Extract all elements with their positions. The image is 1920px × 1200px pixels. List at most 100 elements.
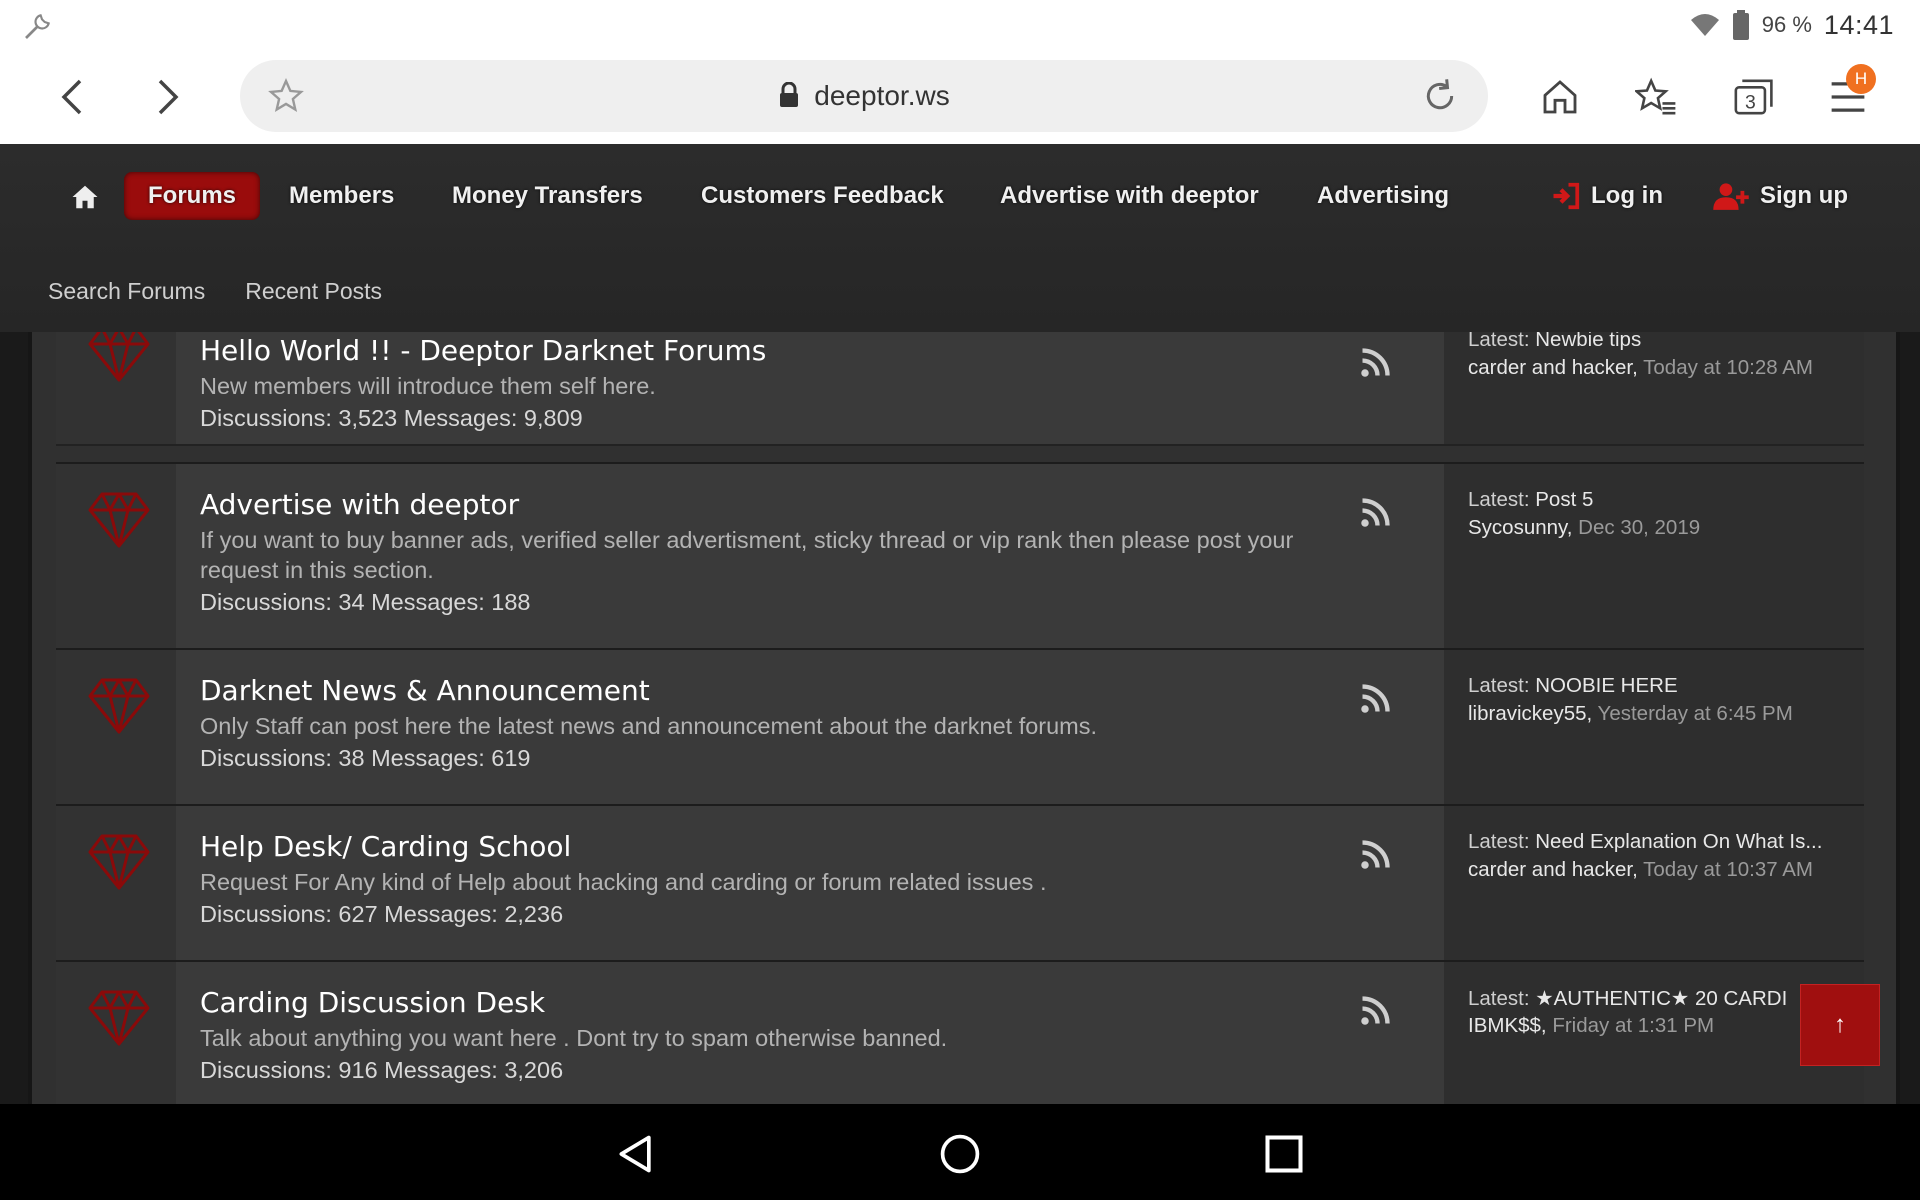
latest-meta: IBMK$$, Friday at 1:31 PM <box>1468 1014 1715 1037</box>
add-user-icon <box>1713 183 1749 210</box>
latest-thread: Latest: ★AUTHENTIC★ 20 CARDI <box>1468 986 1798 1011</box>
browser-toolbar: deeptor.ws 3 H <box>0 50 1920 144</box>
menu-button[interactable]: H <box>1822 64 1876 124</box>
lock-icon <box>780 82 799 107</box>
forum-info: Help Desk/ Carding School Request For An… <box>200 830 1350 928</box>
chevron-right-icon <box>158 79 179 115</box>
nav-advertising[interactable]: Advertising <box>1317 172 1449 220</box>
forum-row[interactable]: Carding Discussion Desk Talk about anyth… <box>56 960 1864 1104</box>
forward-button[interactable] <box>142 72 192 122</box>
address-bar[interactable]: deeptor.ws <box>240 60 1488 132</box>
home-button[interactable] <box>1534 70 1586 124</box>
forum-icon-cell <box>56 464 176 648</box>
status-bar: 96 % 14:41 <box>0 0 1920 50</box>
latest-user[interactable]: carder and hacker <box>1468 858 1632 881</box>
login-icon <box>1553 182 1580 210</box>
forum-title[interactable]: Darknet News & Announcement <box>200 674 1350 707</box>
forum-row[interactable]: Hello World !! - Deeptor Darknet Forums … <box>56 332 1864 446</box>
ruby-icon <box>88 990 150 1046</box>
back-button[interactable] <box>48 72 98 122</box>
battery-icon <box>1732 10 1749 40</box>
menu-badge: H <box>1846 64 1876 94</box>
nav-members[interactable]: Members <box>289 172 394 220</box>
forum-stats: Discussions: 34 Messages: 188 <box>200 589 531 615</box>
forum-icon-cell <box>56 332 176 444</box>
forum-info: Advertise with deeptor If you want to bu… <box>200 488 1350 616</box>
star-list-icon <box>1635 77 1676 115</box>
latest-post: Latest: NOOBIE HERE libravickey55, Yeste… <box>1444 650 1864 804</box>
forum-info: Darknet News & Announcement Only Staff c… <box>200 674 1350 772</box>
latest-thread-title[interactable]: NOOBIE HERE <box>1535 674 1677 697</box>
recents-square-icon[interactable] <box>1262 1132 1306 1176</box>
tabs-icon: 3 <box>1734 79 1773 115</box>
latest-user[interactable]: carder and hacker <box>1468 356 1632 379</box>
rss-icon[interactable] <box>1360 840 1390 870</box>
forum-description: Request For Any kind of Help about hacki… <box>200 869 1047 895</box>
main-navigation: Forums Members Money Transfers Customers… <box>0 172 1920 222</box>
nav-forums[interactable]: Forums <box>124 172 261 220</box>
nav-customers-feedback[interactable]: Customers Feedback <box>701 172 944 220</box>
latest-user[interactable]: IBMK$$ <box>1468 1014 1541 1037</box>
forum-icon-cell <box>56 806 176 960</box>
url-value: deeptor.ws <box>814 80 950 111</box>
search-forums-link[interactable]: Search Forums <box>48 278 205 305</box>
forum-stats: Discussions: 38 Messages: 619 <box>200 745 531 771</box>
site-header: Forums Members Money Transfers Customers… <box>0 144 1920 332</box>
latest-thread: Latest: Newbie tips <box>1468 332 1848 352</box>
forum-title[interactable]: Hello World !! - Deeptor Darknet Forums <box>200 334 1350 367</box>
latest-thread-title[interactable]: ★AUTHENTIC★ 20 CARDI <box>1535 987 1787 1010</box>
forum-description: New members will introduce them self her… <box>200 373 656 399</box>
latest-thread: Latest: NOOBIE HERE <box>1468 674 1848 698</box>
forum-title[interactable]: Carding Discussion Desk <box>200 986 1350 1019</box>
ruby-icon <box>88 678 150 734</box>
latest-meta: carder and hacker, Today at 10:37 AM <box>1468 858 1813 881</box>
tab-count: 3 <box>1745 91 1756 113</box>
latest-user[interactable]: Sycosunny <box>1468 516 1567 539</box>
forum-title[interactable]: Advertise with deeptor <box>200 488 1350 521</box>
latest-thread-title[interactable]: Post 5 <box>1535 488 1593 511</box>
home-icon[interactable] <box>70 182 100 212</box>
forum-list-area: Hello World !! - Deeptor Darknet Forums … <box>0 332 1920 1104</box>
latest-thread-title[interactable]: Newbie tips <box>1535 332 1641 351</box>
wifi-icon <box>1690 14 1719 36</box>
scroll-to-top-button[interactable]: ↑ <box>1800 984 1880 1066</box>
latest-post: Latest: Need Explanation On What Is... c… <box>1444 806 1864 960</box>
tabs-button[interactable]: 3 <box>1726 70 1778 124</box>
system-navigation-bar <box>0 1104 1920 1200</box>
latest-date: Today at 10:37 AM <box>1643 858 1813 881</box>
wrench-icon <box>25 14 50 39</box>
rss-icon[interactable] <box>1360 498 1390 528</box>
forum-title[interactable]: Help Desk/ Carding School <box>200 830 1350 863</box>
login-link[interactable]: Log in <box>1551 172 1663 220</box>
forum-stats: Discussions: 916 Messages: 3,206 <box>200 1057 564 1083</box>
latest-meta: libravickey55, Yesterday at 6:45 PM <box>1468 702 1793 725</box>
latest-post: Latest: Post 5 Sycosunny, Dec 30, 2019 <box>1444 464 1864 648</box>
home-icon <box>1543 80 1577 114</box>
bookmarks-button[interactable] <box>1630 70 1682 124</box>
home-circle-icon[interactable] <box>938 1132 982 1176</box>
forum-icon-cell <box>56 962 176 1104</box>
latest-user[interactable]: libravickey55 <box>1468 702 1587 725</box>
rss-icon[interactable] <box>1360 996 1390 1026</box>
forum-row[interactable]: Advertise with deeptor If you want to bu… <box>56 462 1864 650</box>
nav-advertise-with-deeptor[interactable]: Advertise with deeptor <box>1000 172 1259 220</box>
url-text: deeptor.ws <box>240 80 1488 112</box>
latest-meta: Sycosunny, Dec 30, 2019 <box>1468 516 1701 539</box>
latest-label: Latest: <box>1468 674 1530 697</box>
rss-icon[interactable] <box>1360 348 1390 378</box>
rss-icon[interactable] <box>1360 684 1390 714</box>
signup-link[interactable]: Sign up <box>1712 172 1848 220</box>
latest-thread-title[interactable]: Need Explanation On What Is... <box>1535 830 1822 853</box>
forum-row[interactable]: Darknet News & Announcement Only Staff c… <box>56 648 1864 806</box>
back-triangle-icon[interactable] <box>614 1132 658 1176</box>
forum-stats: Discussions: 627 Messages: 2,236 <box>200 901 564 927</box>
latest-date: Yesterday at 6:45 PM <box>1597 702 1793 725</box>
recent-posts-link[interactable]: Recent Posts <box>245 278 382 305</box>
ruby-icon <box>88 492 150 548</box>
latest-date: Dec 30, 2019 <box>1578 516 1701 539</box>
forum-row[interactable]: Help Desk/ Carding School Request For An… <box>56 804 1864 962</box>
reload-icon[interactable] <box>1420 76 1460 116</box>
nav-money-transfers[interactable]: Money Transfers <box>452 172 643 220</box>
latest-label: Latest: <box>1468 488 1530 511</box>
login-label: Log in <box>1591 182 1663 209</box>
